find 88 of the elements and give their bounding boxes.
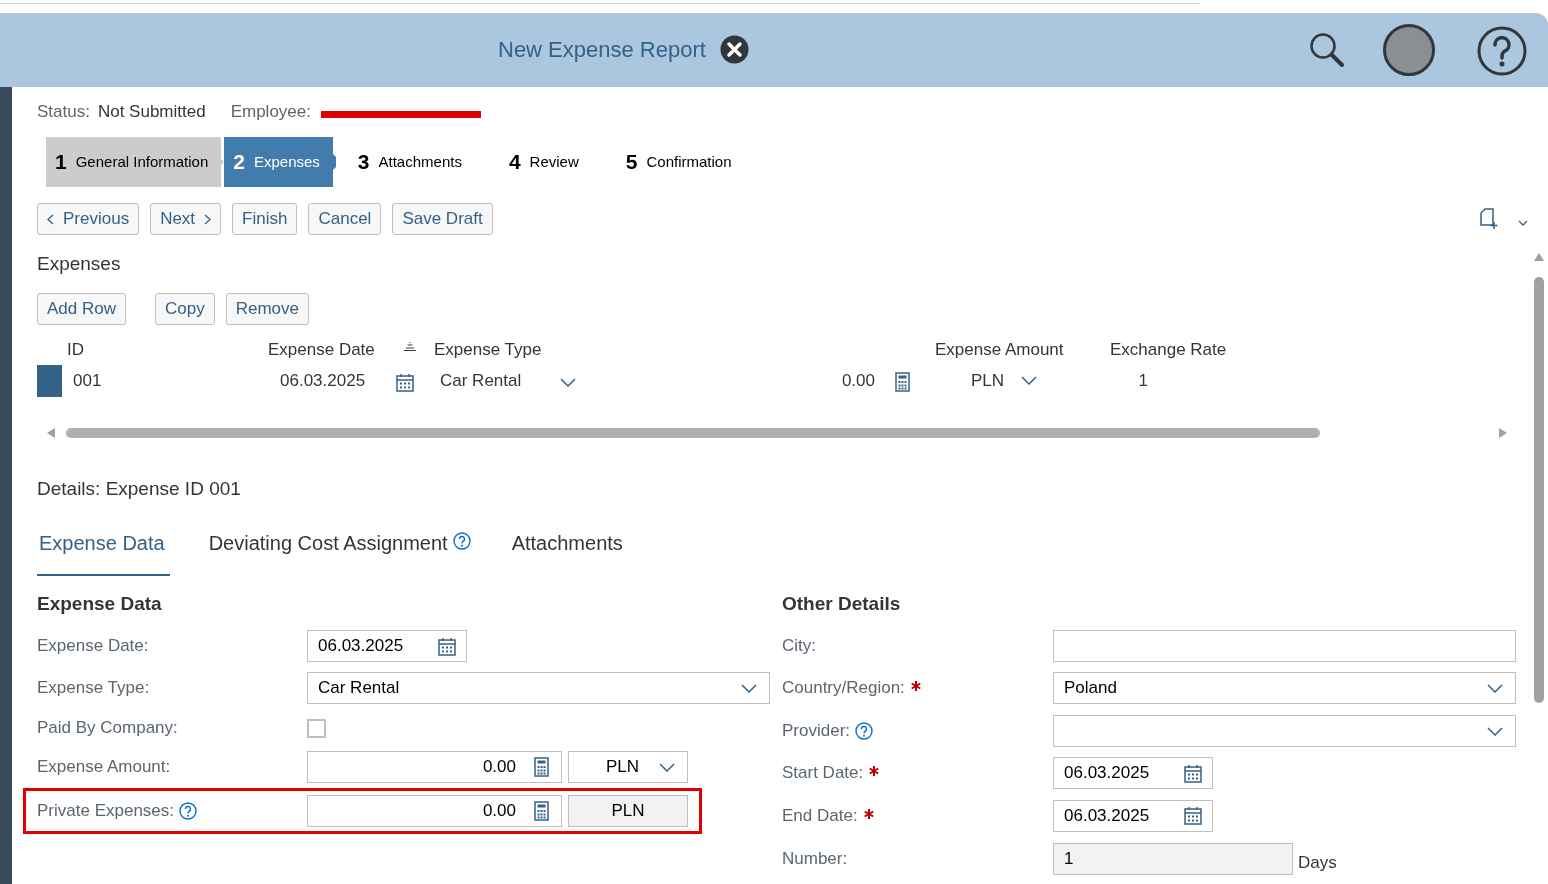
calendar-icon[interactable] bbox=[396, 373, 414, 392]
detail-tab[interactable]: Expense Data bbox=[37, 524, 170, 576]
field-label: Paid By Company: bbox=[37, 717, 178, 740]
field-label: End Date: bbox=[782, 804, 858, 827]
field-label: Expense Amount: bbox=[37, 756, 171, 779]
table-cell-text: 06.03.2025 bbox=[279, 369, 366, 392]
table-cell-text: Car Rental bbox=[439, 369, 522, 392]
scrollbar-thumb[interactable] bbox=[1534, 277, 1544, 703]
dropdown-icon[interactable] bbox=[560, 378, 576, 387]
currency-field: PLN bbox=[568, 795, 688, 827]
help-icon[interactable] bbox=[855, 722, 874, 740]
section-title: Details: Expense ID 001 bbox=[37, 476, 242, 501]
nav-button[interactable]: Cancel bbox=[308, 203, 382, 235]
section-title: Expenses bbox=[37, 252, 122, 276]
dropdown-field[interactable]: Poland bbox=[1053, 672, 1516, 704]
nav-button[interactable]: Next bbox=[150, 203, 222, 235]
amount-field[interactable]: 0.00 bbox=[307, 751, 562, 783]
nav-button[interactable]: Previous bbox=[37, 203, 140, 235]
help-icon[interactable] bbox=[452, 532, 471, 550]
column-header: Exchange Rate bbox=[1110, 338, 1228, 361]
status-value: Not Submitted bbox=[97, 101, 206, 124]
step-tab[interactable]: 2 Expenses bbox=[224, 137, 333, 187]
dropdown-icon[interactable] bbox=[741, 683, 757, 693]
date-field[interactable]: 06.03.2025 bbox=[1053, 799, 1213, 832]
field-label: Start Date: bbox=[782, 762, 864, 785]
status-label: Status: bbox=[37, 101, 90, 124]
table-cell-text: PLN bbox=[971, 369, 1005, 392]
caret-icon[interactable] bbox=[1518, 220, 1528, 226]
step-tab[interactable]: 1 General Information bbox=[46, 137, 222, 187]
close-icon[interactable] bbox=[719, 35, 749, 64]
dropdown-field[interactable] bbox=[1053, 715, 1516, 747]
table-cell-text: 0.00 bbox=[841, 369, 875, 392]
add-document-icon[interactable] bbox=[1480, 208, 1500, 230]
dropdown-icon[interactable] bbox=[1487, 726, 1503, 736]
column-header: Expense Type bbox=[434, 338, 543, 361]
dropdown-icon[interactable] bbox=[1487, 683, 1503, 693]
calculator-icon[interactable] bbox=[534, 801, 549, 821]
date-field[interactable]: 06.03.2025 bbox=[307, 630, 467, 662]
unit-label: Days bbox=[1298, 851, 1337, 874]
field-label: Country/Region: bbox=[782, 677, 905, 700]
chevron-icon[interactable] bbox=[47, 213, 54, 225]
input-field[interactable] bbox=[1053, 630, 1516, 662]
help-icon[interactable] bbox=[179, 802, 197, 820]
date-field[interactable]: 06.03.2025 bbox=[1053, 757, 1213, 789]
detail-tab[interactable]: Attachments bbox=[509, 524, 625, 576]
table-cell-text: 001 bbox=[72, 369, 102, 392]
scroll-right-icon[interactable] bbox=[1499, 427, 1507, 438]
calendar-icon[interactable] bbox=[1184, 806, 1202, 825]
field-label: Expense Date: bbox=[37, 635, 149, 658]
dropdown-icon[interactable] bbox=[1021, 376, 1038, 385]
column-header: ID bbox=[67, 338, 85, 361]
search-icon[interactable] bbox=[1309, 32, 1345, 68]
chevron-icon[interactable] bbox=[204, 213, 212, 225]
currency-dropdown[interactable]: PLN bbox=[568, 751, 688, 783]
nav-button[interactable]: Finish bbox=[232, 203, 298, 235]
column-header: Expense Date bbox=[268, 338, 376, 361]
field-label: Private Expenses: bbox=[37, 800, 174, 823]
section-heading: Expense Data bbox=[37, 592, 163, 616]
avatar[interactable] bbox=[1383, 24, 1435, 76]
calendar-icon[interactable] bbox=[1184, 763, 1202, 783]
readonly-field: 1 bbox=[1053, 843, 1293, 875]
toolbar-button[interactable]: Remove bbox=[225, 292, 309, 325]
horizontal-scrollbar-thumb[interactable] bbox=[66, 427, 1320, 438]
field-label: City: bbox=[782, 635, 816, 658]
amount-field[interactable]: 0.00 bbox=[307, 795, 562, 827]
toolbar-button[interactable]: Copy bbox=[155, 292, 215, 325]
column-header: Expense Amount bbox=[935, 338, 1065, 361]
field-label: Number: bbox=[782, 848, 848, 871]
calculator-icon[interactable] bbox=[534, 757, 549, 777]
scroll-up-icon[interactable] bbox=[1534, 253, 1544, 261]
employee-label: Employee: bbox=[230, 101, 311, 124]
toolbar-button[interactable]: Add Row bbox=[37, 292, 126, 325]
dropdown-field[interactable]: Car Rental bbox=[307, 672, 770, 704]
checkbox[interactable] bbox=[307, 718, 326, 738]
page-title: New Expense Report bbox=[498, 36, 706, 64]
field-label: Expense Type: bbox=[37, 677, 150, 700]
table-cell-text: 1 bbox=[1138, 369, 1149, 392]
scroll-left-icon[interactable] bbox=[47, 427, 55, 438]
row-selector[interactable] bbox=[37, 364, 62, 397]
detail-tab[interactable]: Deviating Cost Assignment bbox=[206, 524, 473, 576]
section-heading: Other Details bbox=[782, 592, 902, 616]
dropdown-icon[interactable] bbox=[659, 762, 675, 772]
field-label: Provider: bbox=[782, 720, 851, 743]
calculator-icon[interactable] bbox=[895, 372, 910, 392]
calendar-icon[interactable] bbox=[438, 636, 456, 656]
help-icon[interactable] bbox=[1477, 26, 1527, 76]
nav-button[interactable]: Save Draft bbox=[392, 203, 493, 235]
sort-icon[interactable] bbox=[404, 342, 416, 351]
